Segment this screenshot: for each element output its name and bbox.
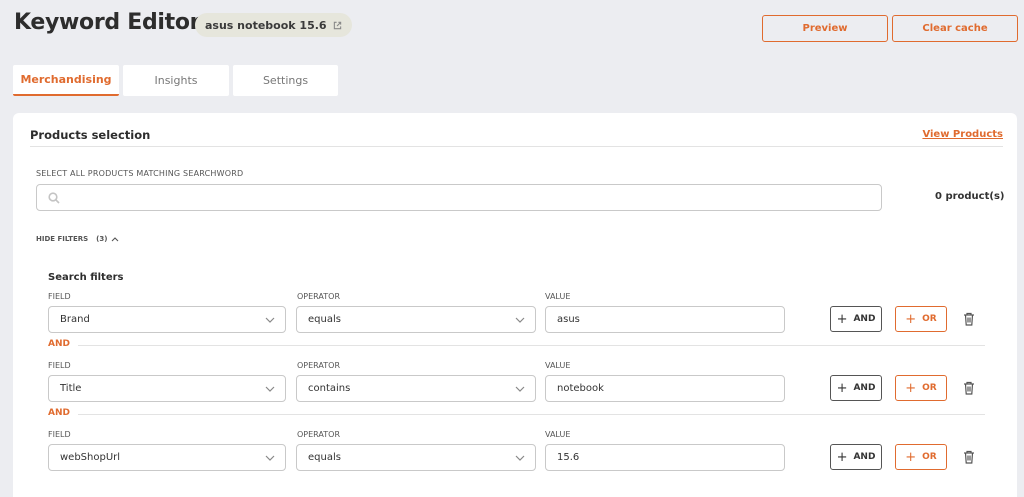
field-select[interactable]: webShopUrl bbox=[48, 444, 286, 471]
or-button-label: OR bbox=[922, 383, 937, 393]
separator-line bbox=[78, 414, 985, 415]
plus-icon: + bbox=[905, 311, 917, 327]
add-or-button[interactable]: + OR bbox=[895, 444, 947, 470]
field-label: FIELD bbox=[48, 361, 71, 370]
tab-settings[interactable]: Settings bbox=[233, 65, 338, 96]
add-or-button[interactable]: + OR bbox=[895, 306, 947, 332]
field-label: FIELD bbox=[48, 292, 71, 301]
operator-label: OPERATOR bbox=[297, 292, 341, 301]
and-separator: AND bbox=[48, 339, 70, 349]
tab-bar: Merchandising Insights Settings bbox=[13, 65, 338, 96]
page-title: Keyword Editor bbox=[14, 10, 201, 35]
tab-insights[interactable]: Insights bbox=[123, 65, 229, 96]
value-input[interactable]: notebook bbox=[545, 375, 785, 402]
value-label: VALUE bbox=[545, 361, 571, 370]
trash-icon[interactable] bbox=[962, 312, 976, 326]
operator-select-value: contains bbox=[308, 383, 351, 394]
field-select-value: Brand bbox=[60, 314, 90, 325]
chevron-up-icon bbox=[112, 237, 119, 242]
field-select[interactable]: Brand bbox=[48, 306, 286, 333]
divider bbox=[30, 146, 1003, 147]
operator-select[interactable]: equals bbox=[296, 444, 536, 471]
chevron-down-icon bbox=[265, 317, 275, 323]
view-products-link[interactable]: View Products bbox=[922, 129, 1003, 140]
preview-button[interactable]: Preview bbox=[762, 15, 888, 42]
trash-icon[interactable] bbox=[962, 450, 976, 464]
plus-icon: + bbox=[836, 311, 848, 327]
operator-select[interactable]: equals bbox=[296, 306, 536, 333]
filter-count: (3) bbox=[96, 235, 108, 243]
operator-label: OPERATOR bbox=[297, 430, 341, 439]
chevron-down-icon bbox=[515, 455, 525, 461]
section-title: Products selection bbox=[30, 128, 151, 142]
value-label: VALUE bbox=[545, 430, 571, 439]
hide-filters-toggle[interactable]: HIDE FILTERS (3) bbox=[36, 235, 119, 243]
operator-label: OPERATOR bbox=[297, 361, 341, 370]
chevron-down-icon bbox=[265, 386, 275, 392]
add-and-button[interactable]: + AND bbox=[830, 444, 882, 470]
operator-select-value: equals bbox=[308, 314, 341, 325]
and-button-label: AND bbox=[853, 314, 876, 324]
search-icon bbox=[48, 192, 60, 204]
or-button-label: OR bbox=[922, 452, 937, 462]
plus-icon: + bbox=[836, 380, 848, 396]
chevron-down-icon bbox=[265, 455, 275, 461]
plus-icon: + bbox=[836, 449, 848, 465]
hide-filters-label: HIDE FILTERS bbox=[36, 235, 89, 243]
plus-icon: + bbox=[905, 380, 917, 396]
search-input[interactable] bbox=[36, 184, 882, 211]
search-filters-title: Search filters bbox=[48, 272, 124, 283]
and-button-label: AND bbox=[853, 452, 876, 462]
plus-icon: + bbox=[905, 449, 917, 465]
search-label: SELECT ALL PRODUCTS MATCHING SEARCHWORD bbox=[36, 169, 244, 178]
field-select[interactable]: Title bbox=[48, 375, 286, 402]
field-label: FIELD bbox=[48, 430, 71, 439]
and-separator: AND bbox=[48, 408, 70, 418]
trash-icon[interactable] bbox=[962, 381, 976, 395]
products-selection-card: Products selection View Products SELECT … bbox=[13, 113, 1017, 497]
operator-select-value: equals bbox=[308, 452, 341, 463]
chevron-down-icon bbox=[515, 386, 525, 392]
chevron-down-icon bbox=[515, 317, 525, 323]
clear-cache-button[interactable]: Clear cache bbox=[892, 15, 1018, 42]
tab-merchandising[interactable]: Merchandising bbox=[13, 65, 119, 96]
keyword-chip-label: asus notebook 15.6 bbox=[205, 18, 327, 32]
external-link-icon[interactable] bbox=[333, 21, 342, 30]
add-or-button[interactable]: + OR bbox=[895, 375, 947, 401]
keyword-chip[interactable]: asus notebook 15.6 bbox=[195, 13, 352, 37]
field-select-value: webShopUrl bbox=[60, 452, 121, 463]
separator-line bbox=[78, 345, 985, 346]
value-label: VALUE bbox=[545, 292, 571, 301]
value-input[interactable]: 15.6 bbox=[545, 444, 785, 471]
field-select-value: Title bbox=[60, 383, 82, 394]
add-and-button[interactable]: + AND bbox=[830, 375, 882, 401]
value-input[interactable]: asus bbox=[545, 306, 785, 333]
operator-select[interactable]: contains bbox=[296, 375, 536, 402]
product-count: 0 product(s) bbox=[935, 191, 1005, 202]
or-button-label: OR bbox=[922, 314, 937, 324]
and-button-label: AND bbox=[853, 383, 876, 393]
add-and-button[interactable]: + AND bbox=[830, 306, 882, 332]
